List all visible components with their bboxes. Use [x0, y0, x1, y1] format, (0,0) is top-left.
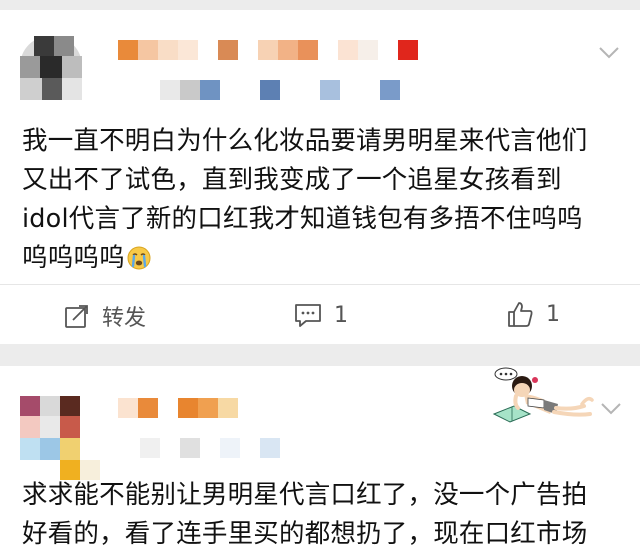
chevron-down-icon[interactable]: [598, 46, 620, 60]
post-text-line-last: 呜呜呜呜: [22, 239, 622, 278]
repost-icon: [65, 305, 88, 328]
avatar[interactable]: [20, 396, 100, 480]
feed-gap: [0, 344, 640, 366]
username-redacted[interactable]: [118, 40, 428, 60]
comment-button[interactable]: 1: [294, 302, 348, 328]
reading-girl-sticker: [492, 367, 594, 423]
post-text-line: 我一直不明白为什么化妆品要请男明星来代言他们: [22, 126, 588, 156]
post-meta-redacted: [160, 80, 410, 100]
repost-label: 转发: [102, 306, 147, 331]
post-text-fragment: 呜呜呜呜: [22, 243, 125, 273]
chevron-down-icon[interactable]: [600, 402, 622, 416]
post-text-line: 又出不了试色，直到我变成了一个追星女孩看到: [22, 165, 562, 195]
feed-gap-top: [0, 0, 640, 10]
post-text: 我一直不明白为什么化妆品要请男明星来代言他们 又出不了试色，直到我变成了一个追星…: [22, 122, 622, 278]
post-meta-redacted: [140, 438, 290, 458]
post-text: 求求能不能别让男明星代言口红了，没一个广告拍 好看的，看了连手里买的都想扔了，现…: [22, 476, 622, 554]
like-button[interactable]: 1: [506, 300, 560, 328]
like-count: 1: [546, 301, 560, 327]
comment-count: 1: [334, 302, 348, 328]
avatar[interactable]: [20, 36, 82, 100]
comment-icon: [295, 304, 321, 327]
post-text-line: 求求能不能别让男明星代言口红了，没一个广告拍: [22, 480, 588, 510]
repost-button[interactable]: 转发: [64, 300, 146, 332]
post-card-2: 求求能不能别让男明星代言口红了，没一个广告拍 好看的，看了连手里买的都想扔了，现…: [0, 366, 640, 549]
post-text-line: idol代言了新的口红我才知道钱包有多捂不住呜呜: [22, 204, 583, 234]
post-text-line: 好看的，看了连手里买的都想扔了，现在口红市场: [22, 519, 588, 549]
crying-face-icon: [127, 246, 151, 270]
post-card-1: 我一直不明白为什么化妆品要请男明星来代言他们 又出不了试色，直到我变成了一个追星…: [0, 10, 640, 344]
username-redacted[interactable]: [118, 398, 248, 418]
action-divider: [0, 284, 640, 285]
thumbs-up-icon: [508, 302, 533, 327]
